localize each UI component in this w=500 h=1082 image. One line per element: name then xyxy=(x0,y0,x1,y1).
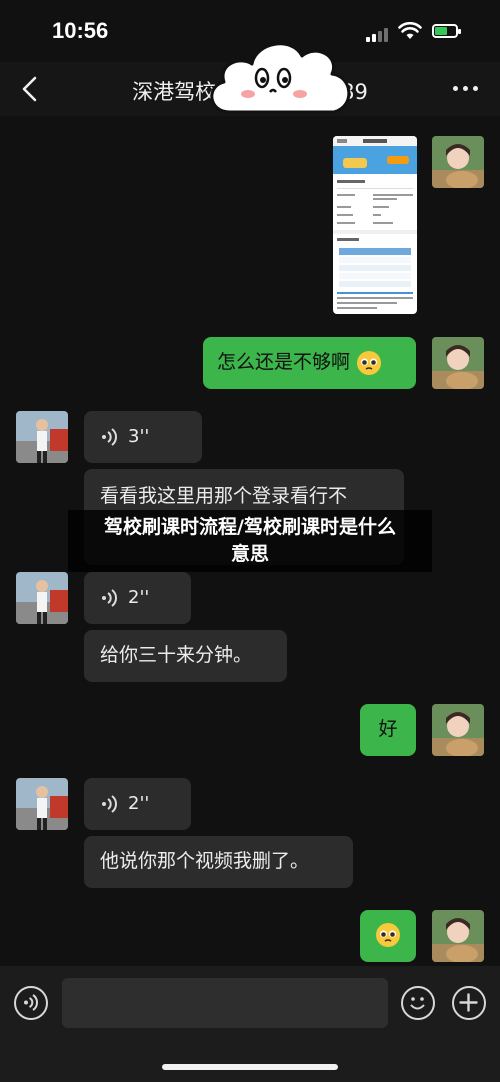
message-input[interactable] xyxy=(62,978,388,1028)
voice-wave-icon xyxy=(102,795,117,813)
message-text: 给你三十来分钟。 xyxy=(100,644,253,666)
contact-avatar[interactable] xyxy=(16,572,68,624)
status-time: 10:56 xyxy=(52,18,109,43)
home-indicator[interactable] xyxy=(162,1064,338,1070)
contact-avatar[interactable] xyxy=(16,411,68,463)
message-text: 看看我这里用那个登录看行不 xyxy=(100,485,348,507)
more-functions-button[interactable] xyxy=(452,986,486,1020)
voice-wave-icon xyxy=(24,994,39,1011)
message-bubble-in[interactable]: 给你三十来分钟。 xyxy=(84,630,287,682)
caption-text: 驾校刷课时流程/驾校刷课时是什么 意思 xyxy=(68,514,432,568)
caption-overlay: 驾校刷课时流程/驾校刷课时是什么 意思 xyxy=(68,510,432,572)
message-bubble-out[interactable] xyxy=(360,910,416,962)
caption-line-1: 驾校刷课时流程/驾校刷课时是什么 xyxy=(104,516,396,538)
my-avatar[interactable] xyxy=(432,910,484,962)
pleading-face-icon xyxy=(357,350,382,375)
image-message[interactable] xyxy=(333,136,417,314)
voice-message[interactable]: 3'' xyxy=(84,411,202,463)
smiley-face-icon xyxy=(410,997,425,1010)
my-avatar[interactable] xyxy=(432,136,484,188)
battery-icon xyxy=(432,24,461,38)
message-text: 怎么还是不够啊 xyxy=(217,351,351,373)
image-thumbnail xyxy=(333,136,417,309)
voice-input-button[interactable] xyxy=(14,986,48,1020)
my-avatar[interactable] xyxy=(432,704,484,756)
my-avatar[interactable] xyxy=(432,337,484,389)
pleading-face-icon xyxy=(376,923,400,947)
message-text: 他说你那个视频我删了。 xyxy=(100,850,310,872)
voice-message[interactable]: 2'' xyxy=(84,572,191,624)
contact-avatar[interactable] xyxy=(16,778,68,830)
emoji-button[interactable] xyxy=(401,986,435,1020)
voice-duration: 2'' xyxy=(128,587,150,608)
message-bubble-in[interactable]: 他说你那个视频我删了。 xyxy=(84,836,353,888)
wifi-icon xyxy=(398,22,422,39)
voice-message[interactable]: 2'' xyxy=(84,778,191,830)
input-bar xyxy=(0,966,500,1082)
voice-duration: 3'' xyxy=(128,426,150,447)
caption-line-2: 意思 xyxy=(230,543,269,565)
more-options-icon[interactable] xyxy=(453,86,478,91)
voice-duration: 2'' xyxy=(128,793,150,814)
voice-wave-icon xyxy=(102,589,117,607)
message-text: 好 xyxy=(378,718,398,740)
plus-icon xyxy=(459,993,478,1012)
voice-wave-icon xyxy=(102,428,117,446)
cellular-signal-icon xyxy=(366,28,388,42)
message-bubble-out[interactable]: 好 xyxy=(360,704,416,756)
message-bubble-out[interactable]: 怎么还是不够啊 xyxy=(203,337,416,389)
